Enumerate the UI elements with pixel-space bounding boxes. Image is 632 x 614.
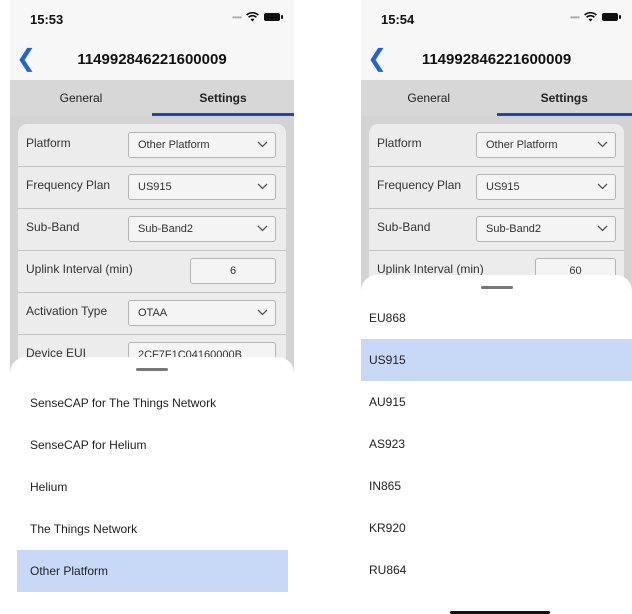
status-bar: 15:54 ••••• — [361, 0, 632, 40]
option-label: SenseCAP for Helium — [30, 438, 147, 452]
platform-label: Platform — [26, 136, 71, 150]
sheet-drag-handle[interactable] — [136, 368, 168, 371]
phone-screen-left: 15:53 ••••• ❮ 114992846221600009 General… — [10, 0, 294, 614]
option-in865[interactable]: IN865 — [361, 465, 632, 507]
signal-icon: ••••• — [231, 12, 242, 22]
option-au915[interactable]: AU915 — [361, 381, 632, 423]
option-sensecap-ttn[interactable]: SenseCAP for The Things Network — [10, 382, 294, 424]
status-time: 15:54 — [381, 12, 415, 27]
page-title: 114992846221600009 — [77, 51, 227, 68]
option-label: RU864 — [369, 563, 407, 577]
option-label: The Things Network — [30, 522, 138, 536]
frequency-plan-select[interactable]: US915 — [476, 174, 616, 200]
activation-type-select[interactable]: OTAA — [128, 300, 276, 326]
sub-band-value: Sub-Band2 — [138, 223, 194, 235]
frequency-plan-row: Frequency Plan US915 — [369, 166, 624, 209]
option-label: AU915 — [369, 395, 406, 409]
tab-general[interactable]: General — [10, 80, 152, 116]
platform-label: Platform — [377, 136, 422, 150]
option-kr920[interactable]: KR920 — [361, 507, 632, 549]
option-label: Other Platform — [30, 564, 109, 578]
sub-band-row: Sub-Band Sub-Band2 — [18, 208, 286, 251]
battery-icon — [264, 13, 283, 21]
sub-band-select[interactable]: Sub-Band2 — [128, 216, 276, 242]
frequency-plan-select[interactable]: US915 — [128, 174, 276, 200]
tab-settings[interactable]: Settings — [152, 80, 294, 116]
uplink-interval-label: Uplink Interval (min) — [377, 262, 484, 276]
activation-type-value: OTAA — [138, 307, 168, 319]
frequency-plan-picker-sheet: EU868 US915 AU915 AS923 IN865 KR920 RU86… — [361, 275, 632, 614]
wifi-icon — [246, 12, 259, 22]
option-helium[interactable]: Helium — [10, 466, 294, 508]
option-eu868[interactable]: EU868 — [361, 297, 632, 339]
nav-bar: ❮ 114992846221600009 — [361, 40, 632, 80]
chevron-down-icon — [257, 225, 268, 232]
option-label: Helium — [30, 480, 68, 494]
chevron-down-icon — [257, 183, 268, 190]
activation-type-row: Activation Type OTAA — [18, 292, 286, 335]
tab-settings[interactable]: Settings — [496, 80, 632, 116]
option-label: AS923 — [369, 437, 406, 451]
platform-value: Other Platform — [138, 139, 210, 151]
option-label: KR920 — [369, 521, 406, 535]
platform-select[interactable]: Other Platform — [128, 132, 276, 158]
tab-general[interactable]: General — [361, 80, 497, 116]
option-other-platform[interactable]: Other Platform — [17, 550, 288, 592]
sheet-drag-handle[interactable] — [480, 286, 513, 289]
status-icons: ••••• — [569, 12, 621, 22]
chevron-down-icon — [257, 309, 268, 316]
sub-band-select[interactable]: Sub-Band2 — [476, 216, 616, 242]
option-sensecap-helium[interactable]: SenseCAP for Helium — [10, 424, 294, 466]
status-icons: ••••• — [231, 12, 283, 22]
option-label: SenseCAP for The Things Network — [30, 396, 217, 410]
nav-bar: ❮ 114992846221600009 — [10, 40, 294, 80]
uplink-interval-label: Uplink Interval (min) — [26, 262, 133, 276]
chevron-down-icon — [597, 183, 608, 190]
frequency-plan-value: US915 — [486, 181, 520, 193]
option-the-things-network[interactable]: The Things Network — [10, 508, 294, 550]
option-us915[interactable]: US915 — [361, 339, 632, 381]
option-label: IN865 — [369, 479, 402, 493]
status-bar: 15:53 ••••• — [10, 0, 294, 40]
frequency-plan-value: US915 — [138, 181, 172, 193]
option-as923[interactable]: AS923 — [361, 423, 632, 465]
tab-bar: General Settings — [10, 80, 294, 116]
platform-row: Platform Other Platform — [18, 124, 286, 167]
frequency-plan-label: Frequency Plan — [26, 178, 111, 192]
uplink-interval-row: Uplink Interval (min) 6 — [18, 250, 286, 293]
activation-type-label: Activation Type — [26, 304, 108, 318]
tab-bar: General Settings — [361, 80, 632, 116]
wifi-icon — [584, 12, 597, 22]
page-title: 114992846221600009 — [421, 51, 572, 68]
sub-band-label: Sub-Band — [26, 220, 80, 234]
uplink-interval-input[interactable]: 6 — [190, 258, 276, 284]
chevron-down-icon — [597, 141, 608, 148]
platform-value: Other Platform — [486, 139, 558, 151]
frequency-plan-row: Frequency Plan US915 — [18, 166, 286, 209]
chevron-down-icon — [597, 225, 608, 232]
frequency-plan-label: Frequency Plan — [377, 178, 462, 192]
sub-band-label: Sub-Band — [377, 220, 431, 234]
option-label: US915 — [369, 353, 406, 367]
platform-row: Platform Other Platform — [369, 124, 624, 167]
option-label: EU868 — [369, 311, 406, 325]
platform-select[interactable]: Other Platform — [476, 132, 616, 158]
sub-band-row: Sub-Band Sub-Band2 — [369, 208, 624, 251]
status-time: 15:53 — [30, 12, 64, 27]
platform-picker-sheet: SenseCAP for The Things Network SenseCAP… — [10, 357, 294, 614]
signal-icon: ••••• — [569, 12, 580, 22]
battery-icon — [602, 13, 621, 21]
option-ru864[interactable]: RU864 — [361, 549, 632, 591]
sub-band-value: Sub-Band2 — [486, 223, 542, 235]
chevron-down-icon — [257, 141, 268, 148]
phone-screen-right: 15:54 ••••• ❮ 114992846221600009 General… — [361, 0, 632, 614]
